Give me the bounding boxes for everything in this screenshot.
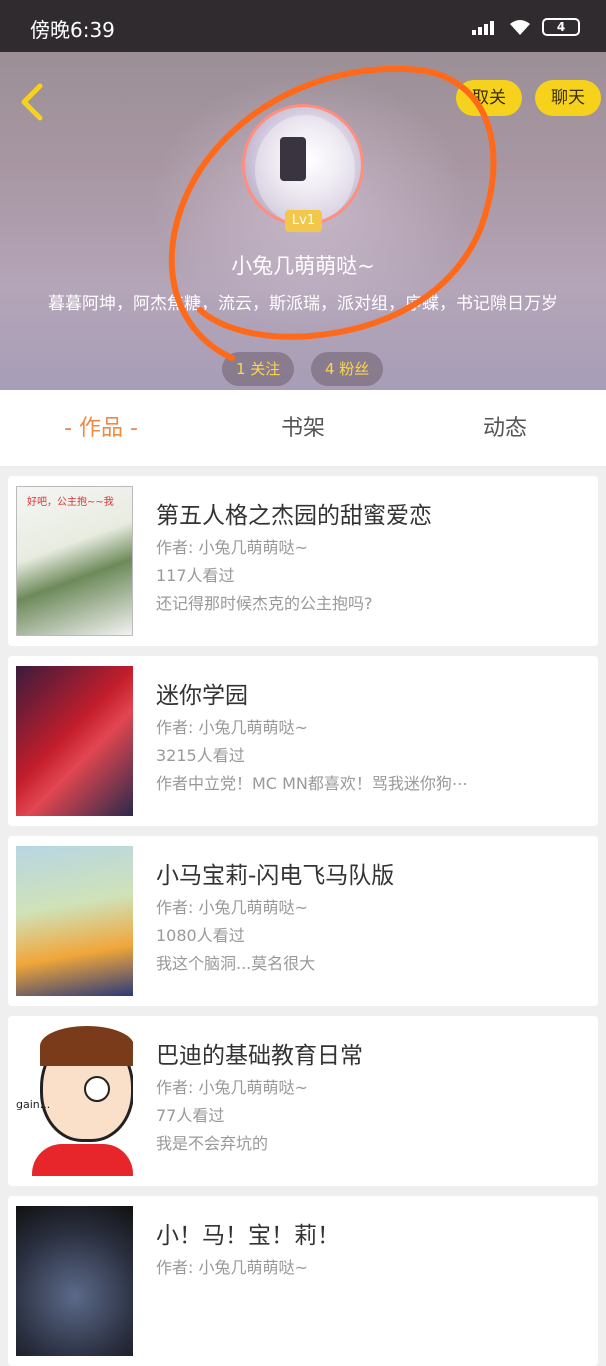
profile-header: 取关 聊天 Lv1 小兔几萌萌哒~ 暮暮阿坤，阿杰焦糖，流云，斯派瑞，派对组，序… <box>0 52 606 390</box>
battery-icon: 4 <box>542 18 580 36</box>
work-title: 巴迪的基础教育日常 <box>156 1043 363 1069</box>
chevron-left-icon[interactable] <box>14 80 48 124</box>
work-views: 1080人看过 <box>156 926 245 945</box>
work-description: 还记得那时候杰克的公主抱吗? <box>156 594 373 613</box>
cover-caption: 好吧，公主抱~~我 <box>27 497 114 508</box>
list-item[interactable]: 小！马！宝！莉！ 作者: 小兔几萌萌哒~ <box>8 1196 598 1366</box>
work-title: 迷你学园 <box>156 683 248 709</box>
fans-count[interactable]: 4 粉丝 <box>311 352 384 386</box>
cover-image <box>16 846 133 996</box>
status-time: 傍晚6:39 <box>30 18 115 42</box>
unfollow-button[interactable]: 取关 <box>456 80 522 116</box>
avatar-phone <box>280 137 306 181</box>
level-badge: Lv1 <box>285 210 322 232</box>
work-title: 第五人格之杰园的甜蜜爱恋 <box>156 503 432 529</box>
avatar[interactable] <box>242 104 364 226</box>
cover-shirt <box>32 1144 133 1176</box>
work-author: 作者: 小兔几萌萌哒~ <box>156 1258 308 1277</box>
cover-eye <box>84 1076 110 1102</box>
list-item[interactable]: 好吧，公主抱~~我 第五人格之杰园的甜蜜爱恋 作者: 小兔几萌萌哒~ 117人看… <box>8 476 598 646</box>
work-title: 小马宝莉-闪电飞马队版 <box>156 863 395 889</box>
work-description: 我是不会弃坑的 <box>156 1134 269 1153</box>
work-views: 117人看过 <box>156 566 235 585</box>
work-author: 作者: 小兔几萌萌哒~ <box>156 538 308 557</box>
chat-button[interactable]: 聊天 <box>535 80 601 116</box>
user-tags: 暮暮阿坤，阿杰焦糖，流云，斯派瑞，派对组，序蝶，书记隙日万岁 <box>48 294 558 314</box>
tab-works[interactable]: - 作品 - <box>0 390 202 466</box>
signal-icon <box>472 19 498 35</box>
wifi-icon <box>510 20 530 35</box>
tab-bar: - 作品 - 书架 动态 <box>0 390 606 468</box>
list-item[interactable]: 迷你学园 作者: 小兔几萌萌哒~ 3215人看过 作者中立党！MC MN都喜欢！… <box>8 656 598 826</box>
work-author: 作者: 小兔几萌萌哒~ <box>156 898 308 917</box>
cover-caption: gain... <box>16 1098 51 1111</box>
username: 小兔几萌萌哒~ <box>231 254 375 278</box>
cover-hair <box>40 1026 133 1066</box>
status-icons: 4 <box>472 15 580 39</box>
following-count[interactable]: 1 关注 <box>222 352 295 386</box>
tab-bookshelf[interactable]: 书架 <box>202 390 404 466</box>
work-views: 3215人看过 <box>156 746 245 765</box>
work-title: 小！马！宝！莉！ <box>156 1223 340 1249</box>
work-author: 作者: 小兔几萌萌哒~ <box>156 718 308 737</box>
status-bar: 傍晚6:39 4 <box>0 0 606 52</box>
tab-activity[interactable]: 动态 <box>404 390 606 466</box>
list-item[interactable]: 小马宝莉-闪电飞马队版 作者: 小兔几萌萌哒~ 1080人看过 我这个脑洞...… <box>8 836 598 1006</box>
work-description: 作者中立党！MC MN都喜欢！骂我迷你狗⋯ <box>156 774 468 793</box>
work-author: 作者: 小兔几萌萌哒~ <box>156 1078 308 1097</box>
cover-image: 好吧，公主抱~~我 <box>16 486 133 636</box>
work-views: 77人看过 <box>156 1106 225 1125</box>
work-description: 我这个脑洞...莫名很大 <box>156 954 316 973</box>
cover-image: gain... <box>16 1026 133 1176</box>
list-item[interactable]: gain... 巴迪的基础教育日常 作者: 小兔几萌萌哒~ 77人看过 我是不会… <box>8 1016 598 1186</box>
cover-image <box>16 1206 133 1356</box>
cover-image <box>16 666 133 816</box>
